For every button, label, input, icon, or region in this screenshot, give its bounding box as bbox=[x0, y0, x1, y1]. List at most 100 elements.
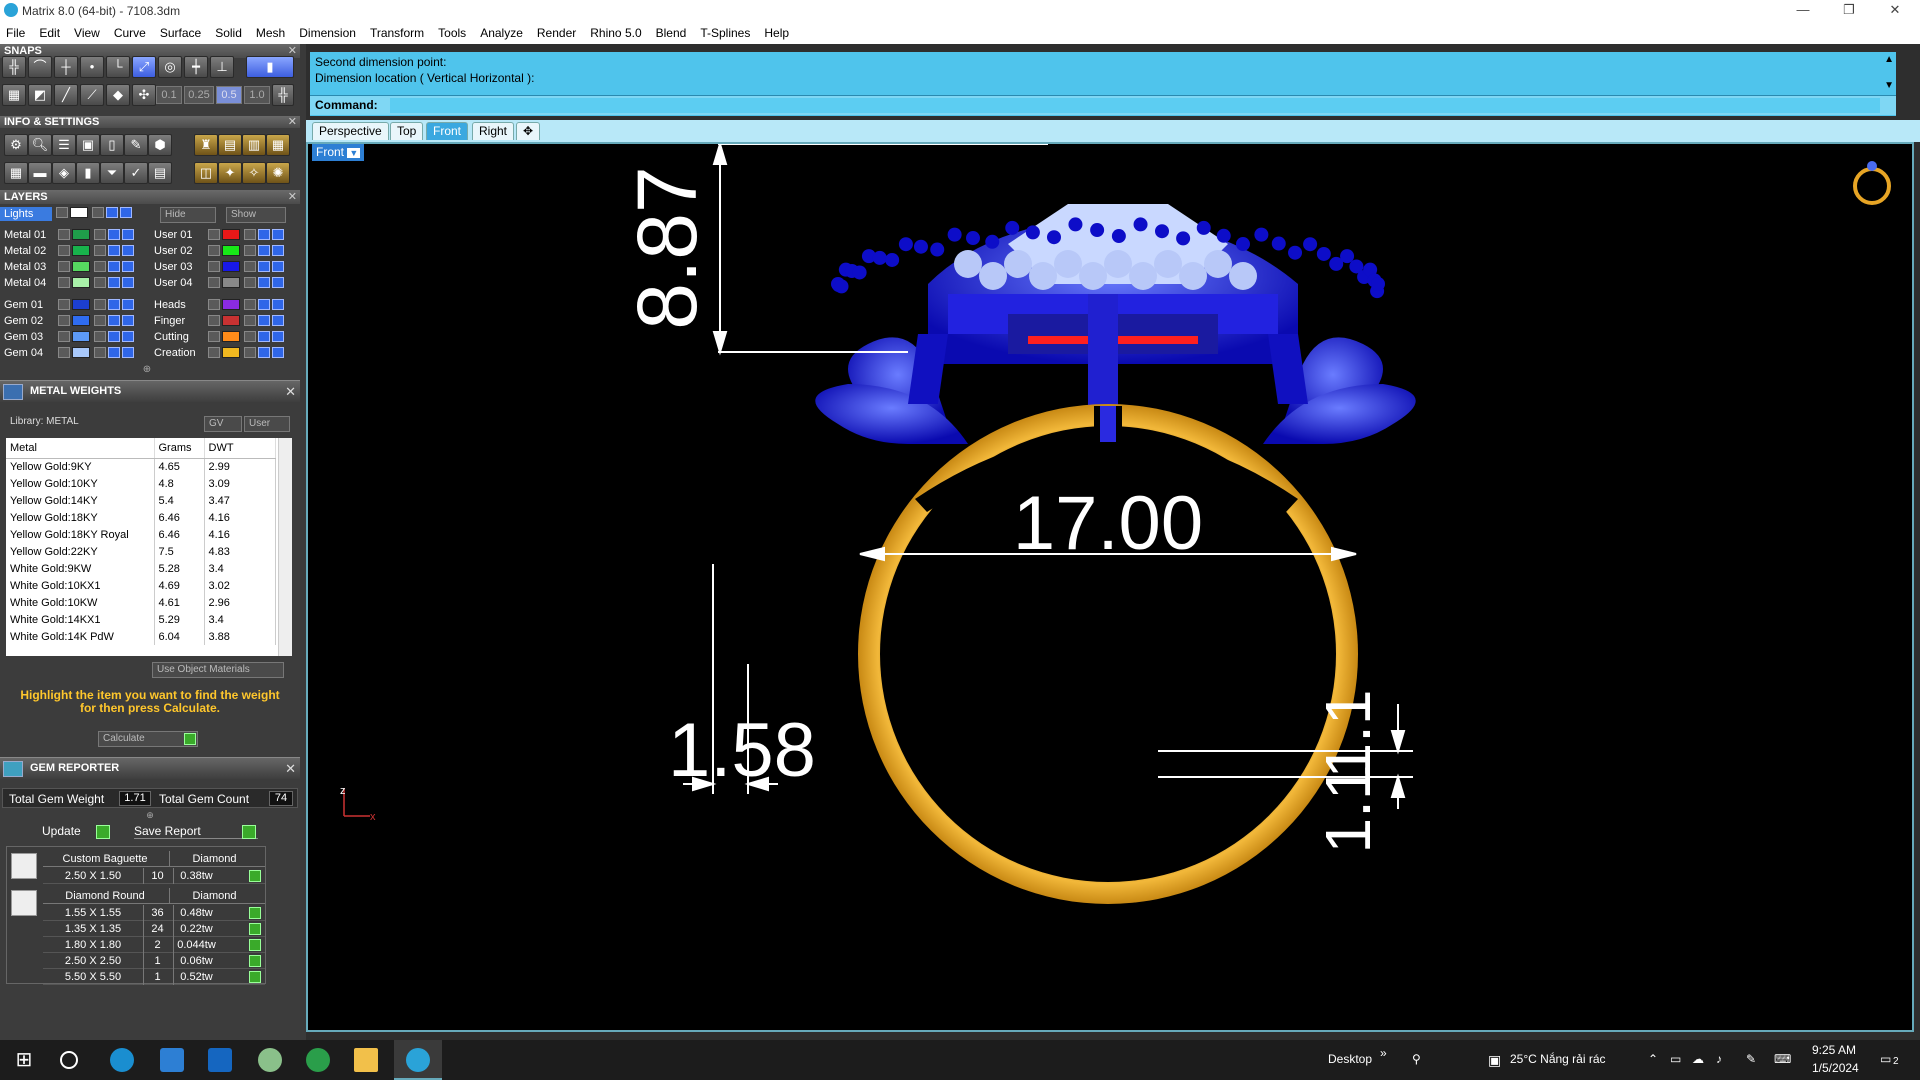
metal-weights-close-icon[interactable]: ✕ bbox=[285, 382, 296, 402]
clock-time[interactable]: 9:25 AM bbox=[1812, 1043, 1856, 1057]
layer-visible-icon[interactable] bbox=[108, 299, 120, 310]
toolbar-expand-icon[interactable]: » bbox=[1380, 1046, 1387, 1060]
gem-expand-icon[interactable]: ⊕ bbox=[144, 810, 156, 820]
layer-color-swatch[interactable] bbox=[72, 315, 90, 326]
notifications-icon[interactable]: ▭ bbox=[1880, 1052, 1891, 1066]
layer-render-icon[interactable] bbox=[272, 261, 284, 272]
layer-lock-icon[interactable] bbox=[244, 331, 256, 342]
keyboard-icon[interactable]: ⌨ bbox=[1774, 1052, 1791, 1066]
layer-row[interactable]: Finger bbox=[150, 314, 295, 328]
layer-arrow-icon[interactable] bbox=[208, 245, 220, 256]
layer-row[interactable]: Gem 02 bbox=[0, 314, 145, 328]
metal-row[interactable]: White Gold:14K PdW 6.04 3.88 bbox=[6, 628, 276, 645]
layer-visible-icon[interactable] bbox=[258, 277, 270, 288]
layer-row[interactable]: User 03 bbox=[150, 260, 295, 274]
matrix-taskbar-button[interactable] bbox=[394, 1040, 442, 1080]
ortho-icon[interactable]: ╱ bbox=[54, 84, 78, 106]
layer-row[interactable]: Creation bbox=[150, 346, 295, 360]
layer-render-icon[interactable] bbox=[122, 229, 134, 240]
menu-dimension[interactable]: Dimension bbox=[292, 22, 363, 40]
snap-perp-icon[interactable]: ⊥ bbox=[210, 56, 234, 78]
layer-row[interactable]: Gem 01 bbox=[0, 298, 145, 312]
hide-button[interactable]: Hide bbox=[160, 207, 216, 223]
search-icon[interactable] bbox=[60, 1051, 78, 1069]
layer-visible-icon[interactable] bbox=[258, 245, 270, 256]
layer-visible-icon[interactable] bbox=[108, 261, 120, 272]
minimize-button[interactable]: — bbox=[1780, 0, 1826, 22]
layer-row[interactable]: Gem 03 bbox=[0, 330, 145, 344]
paint-icon[interactable] bbox=[258, 1048, 282, 1072]
metal-row[interactable]: White Gold:9KW 5.28 3.4 bbox=[6, 560, 276, 577]
layer-render-icon[interactable] bbox=[272, 315, 284, 326]
layer-lock-icon[interactable] bbox=[94, 315, 106, 326]
layer-color-swatch[interactable] bbox=[72, 277, 90, 288]
layer-visible-icon[interactable] bbox=[108, 245, 120, 256]
snap-near-icon[interactable]: ⤢ bbox=[132, 56, 156, 78]
layer-lock-icon[interactable] bbox=[244, 245, 256, 256]
layer-arrow-icon[interactable] bbox=[58, 315, 70, 326]
layer-render-icon[interactable] bbox=[122, 245, 134, 256]
layer-render-icon[interactable] bbox=[122, 331, 134, 342]
snap-grid-icon[interactable]: ╬ bbox=[2, 56, 26, 78]
viewport-label[interactable]: Front ▼ bbox=[312, 144, 365, 161]
layer-render-icon[interactable] bbox=[272, 331, 284, 342]
metal-table-scrollbar[interactable] bbox=[278, 438, 292, 656]
layer-row[interactable]: Metal 02 bbox=[0, 244, 145, 258]
layer-color-swatch[interactable] bbox=[222, 261, 240, 272]
layer-color-swatch[interactable] bbox=[72, 347, 90, 358]
green-app-icon[interactable] bbox=[306, 1048, 330, 1072]
metal-row[interactable]: Yellow Gold:14KY 5.4 3.47 bbox=[6, 492, 276, 509]
menu-render[interactable]: Render bbox=[530, 22, 583, 40]
measure-icon[interactable]: ⟋ bbox=[80, 84, 104, 106]
metal-row[interactable]: White Gold:10KX1 4.69 3.02 bbox=[6, 577, 276, 594]
file-explorer-icon[interactable] bbox=[354, 1048, 378, 1072]
command-input[interactable] bbox=[390, 98, 1880, 113]
layer-lock-icon[interactable] bbox=[94, 261, 106, 272]
lights-arrow-icon[interactable] bbox=[56, 207, 68, 218]
snap-value-1[interactable]: 0.1 bbox=[156, 86, 182, 104]
add-tab-icon[interactable]: ✥ bbox=[516, 122, 541, 140]
menu-file[interactable]: File bbox=[0, 22, 32, 40]
tool-b-icon[interactable]: ▤ bbox=[218, 134, 242, 156]
layer-color-swatch[interactable] bbox=[72, 299, 90, 310]
snap-value-2[interactable]: 0.25 bbox=[184, 86, 214, 104]
layer-arrow-icon[interactable] bbox=[208, 277, 220, 288]
tool-a-icon[interactable]: ♜ bbox=[194, 134, 218, 156]
layer-arrow-icon[interactable] bbox=[208, 347, 220, 358]
panel-icon[interactable]: ▮ bbox=[76, 162, 100, 184]
menu-transform[interactable]: Transform bbox=[363, 22, 431, 40]
layer-arrow-icon[interactable] bbox=[208, 229, 220, 240]
tool-g-icon[interactable]: ✧ bbox=[242, 162, 266, 184]
layer-lock-icon[interactable] bbox=[94, 277, 106, 288]
layer-lock-icon[interactable] bbox=[244, 299, 256, 310]
layers-expand-icon[interactable]: ⊕ bbox=[140, 364, 154, 375]
layer-visible-icon[interactable] bbox=[258, 347, 270, 358]
col-dwt[interactable]: DWT bbox=[204, 438, 276, 459]
planar-icon[interactable]: ◩ bbox=[28, 84, 52, 106]
menu-curve[interactable]: Curve bbox=[107, 22, 153, 40]
gem-row[interactable]: 5.50 X 5.50 1 0.52tw bbox=[43, 969, 265, 985]
layer-render-icon[interactable] bbox=[122, 261, 134, 272]
grid-view-icon[interactable]: ▦ bbox=[4, 162, 28, 184]
gem-row[interactable]: 1.55 X 1.55 36 0.48tw bbox=[43, 905, 265, 921]
menu-analyze[interactable]: Analyze bbox=[473, 22, 530, 40]
metal-row[interactable]: Yellow Gold:9KY 4.65 2.99 bbox=[6, 458, 276, 475]
menu-view[interactable]: View bbox=[67, 22, 107, 40]
layer-color-swatch[interactable] bbox=[222, 229, 240, 240]
layer-visible-icon[interactable] bbox=[258, 331, 270, 342]
layer-lock-icon[interactable] bbox=[244, 277, 256, 288]
layer-color-swatch[interactable] bbox=[72, 229, 90, 240]
check-icon[interactable]: ✓ bbox=[124, 162, 148, 184]
gem-go-icon[interactable] bbox=[249, 870, 261, 882]
gem-go-icon[interactable] bbox=[249, 923, 261, 935]
metal-row[interactable]: Yellow Gold:18KY 6.46 4.16 bbox=[6, 509, 276, 526]
layer-color-swatch[interactable] bbox=[222, 315, 240, 326]
settings-gear-icon[interactable]: ⚙ bbox=[4, 134, 28, 156]
people-icon[interactable]: ⚲ bbox=[1412, 1052, 1421, 1066]
layer-lock-icon[interactable] bbox=[244, 229, 256, 240]
layer-arrow-icon[interactable] bbox=[208, 261, 220, 272]
snap-end-icon[interactable]: └ bbox=[106, 56, 130, 78]
zoom-icon[interactable]: 🔍︎ bbox=[28, 134, 52, 156]
layer-render-icon[interactable] bbox=[272, 299, 284, 310]
info-close-icon[interactable]: ✕ bbox=[288, 116, 297, 128]
